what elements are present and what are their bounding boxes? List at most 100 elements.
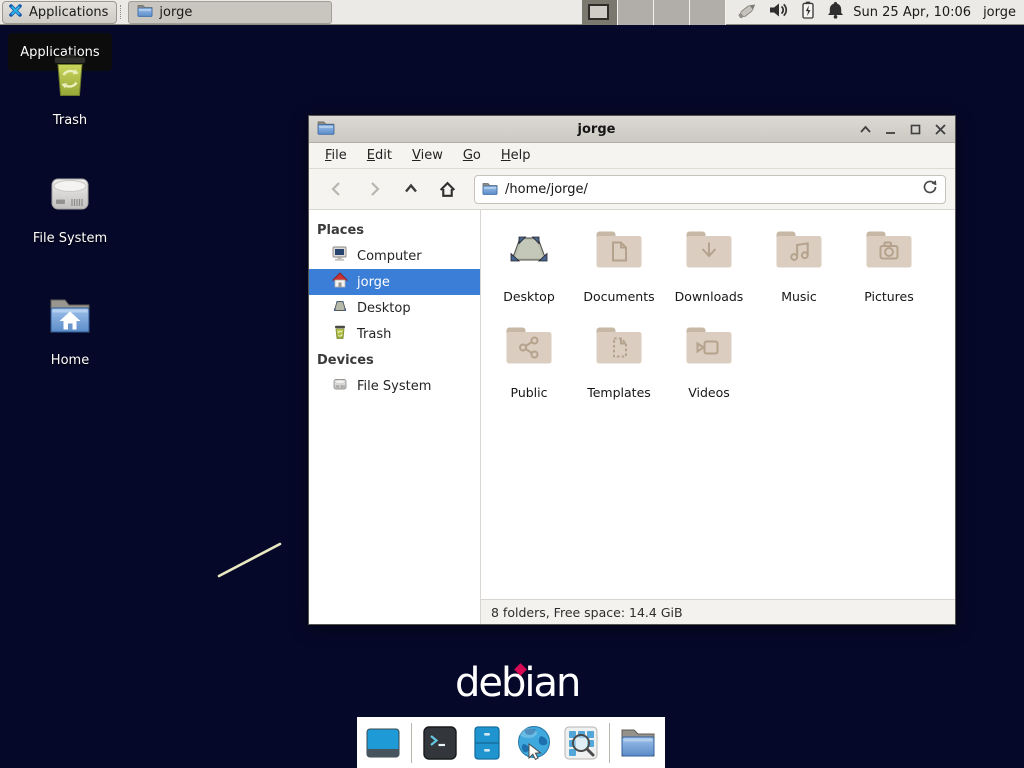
notifications-bell-icon[interactable]	[826, 0, 845, 24]
file-item-music[interactable]: Music	[754, 220, 844, 316]
file-item-label: Documents	[583, 289, 654, 304]
blue-folder-icon	[137, 3, 153, 21]
close-button[interactable]	[933, 122, 947, 136]
folder-videos-icon	[683, 323, 735, 370]
stylus-icon[interactable]	[736, 0, 760, 24]
applications-menu-label: Applications	[29, 5, 108, 20]
window-titlebar[interactable]: jorge	[309, 116, 955, 143]
pencil-cursor-line	[215, 540, 285, 580]
dock-panel	[357, 717, 665, 768]
panel-clock[interactable]: Sun 25 Apr, 10:06	[853, 5, 971, 20]
desktop-icon-home[interactable]: Home	[20, 292, 120, 368]
desktop-icon-label: File System	[33, 231, 107, 246]
workspace-switcher	[582, 0, 726, 25]
window-folder-icon	[317, 119, 335, 139]
workspace-window-preview	[588, 4, 609, 20]
file-cabinet-icon[interactable]	[468, 724, 506, 762]
trash-icon	[332, 324, 348, 344]
battery-charging-icon[interactable]	[798, 0, 818, 24]
toolbar: /home/jorge/	[309, 169, 955, 210]
folder-music-icon	[773, 227, 825, 274]
sidebar-item-label: Desktop	[357, 301, 411, 316]
path-bar[interactable]: /home/jorge/	[474, 175, 946, 204]
forward-button[interactable]	[355, 174, 392, 204]
folder-public-icon	[503, 323, 555, 370]
sidebar-item-label: File System	[357, 379, 431, 394]
home-folder-icon	[46, 292, 94, 344]
status-text: 8 folders, Free space: 14.4 GiB	[491, 605, 683, 620]
file-item-downloads[interactable]: Downloads	[664, 220, 754, 316]
workspace-3[interactable]	[654, 0, 690, 25]
menu-view[interactable]: View	[402, 148, 453, 163]
home-icon	[332, 272, 348, 292]
menu-bar: File Edit View Go Help	[309, 143, 955, 169]
back-button[interactable]	[318, 174, 355, 204]
workspace-2[interactable]	[618, 0, 654, 25]
trash-icon	[46, 52, 94, 104]
file-item-label: Pictures	[864, 289, 914, 304]
file-item-public[interactable]: Public	[484, 316, 574, 412]
menu-edit[interactable]: Edit	[357, 148, 402, 163]
workspace-4[interactable]	[690, 0, 726, 25]
sidebar-header-devices: Devices	[309, 347, 480, 373]
up-button[interactable]	[392, 174, 429, 204]
path-folder-icon	[482, 180, 498, 199]
folder-downloads-icon	[683, 227, 735, 274]
menu-help[interactable]: Help	[491, 148, 541, 163]
applications-menu-button[interactable]: Applications	[2, 1, 117, 24]
file-item-documents[interactable]: Documents	[574, 220, 664, 316]
sidebar-item-file-system[interactable]: File System	[309, 373, 480, 399]
sidebar-item-computer[interactable]: Computer	[309, 243, 480, 269]
home-button[interactable]	[429, 174, 466, 204]
sidebar-item-trash[interactable]: Trash	[309, 321, 480, 347]
file-grid: Desktop Documents	[481, 210, 955, 599]
reload-icon[interactable]	[922, 179, 938, 199]
desktop-icon	[332, 298, 348, 318]
minimize-button[interactable]	[883, 122, 897, 136]
show-desktop-icon[interactable]	[364, 724, 402, 762]
dock-separator	[411, 723, 412, 763]
file-item-label: Videos	[688, 385, 730, 400]
sidebar-item-label: jorge	[357, 275, 390, 290]
file-manager-icon[interactable]	[619, 724, 657, 762]
file-item-templates[interactable]: Templates	[574, 316, 664, 412]
desktop-icon-label: Home	[51, 353, 89, 368]
menu-file[interactable]: File	[315, 148, 357, 163]
file-item-desktop[interactable]: Desktop	[484, 220, 574, 316]
sidebar: Places Computer	[309, 210, 481, 624]
computer-icon	[332, 246, 348, 266]
shade-button[interactable]	[858, 122, 872, 136]
debian-logo: debian	[455, 660, 579, 706]
file-item-videos[interactable]: Videos	[664, 316, 754, 412]
sidebar-header-places: Places	[309, 217, 480, 243]
app-finder-icon[interactable]	[562, 724, 600, 762]
web-browser-icon[interactable]	[515, 724, 553, 762]
volume-icon[interactable]	[768, 0, 790, 24]
file-item-pictures[interactable]: Pictures	[844, 220, 934, 316]
sidebar-item-jorge[interactable]: jorge	[309, 269, 480, 295]
hard-drive-icon	[46, 170, 94, 222]
path-text[interactable]: /home/jorge/	[505, 182, 915, 197]
desktop-icon-trash[interactable]: Trash	[20, 52, 120, 128]
folder-pictures-icon	[863, 227, 915, 274]
maximize-button[interactable]	[908, 122, 922, 136]
xfce-applications-icon	[7, 2, 24, 23]
folder-templates-icon	[593, 323, 645, 370]
folder-documents-icon	[593, 227, 645, 274]
sidebar-item-desktop[interactable]: Desktop	[309, 295, 480, 321]
desktop-icon-file-system[interactable]: File System	[20, 170, 120, 246]
system-tray	[736, 0, 845, 24]
terminal-icon[interactable]	[421, 724, 459, 762]
panel-separator	[120, 5, 125, 19]
workspace-1[interactable]	[582, 0, 618, 25]
file-item-label: Desktop	[503, 289, 555, 304]
file-item-label: Downloads	[675, 289, 744, 304]
taskbar-window-button[interactable]: jorge	[128, 1, 332, 24]
desktop-icon	[503, 227, 555, 274]
sidebar-item-label: Computer	[357, 249, 422, 264]
menu-go[interactable]: Go	[453, 148, 491, 163]
desktop-icon-label: Trash	[53, 113, 87, 128]
sidebar-item-label: Trash	[357, 327, 391, 342]
panel-user-menu[interactable]: jorge	[983, 5, 1016, 20]
window-title: jorge	[335, 122, 858, 137]
